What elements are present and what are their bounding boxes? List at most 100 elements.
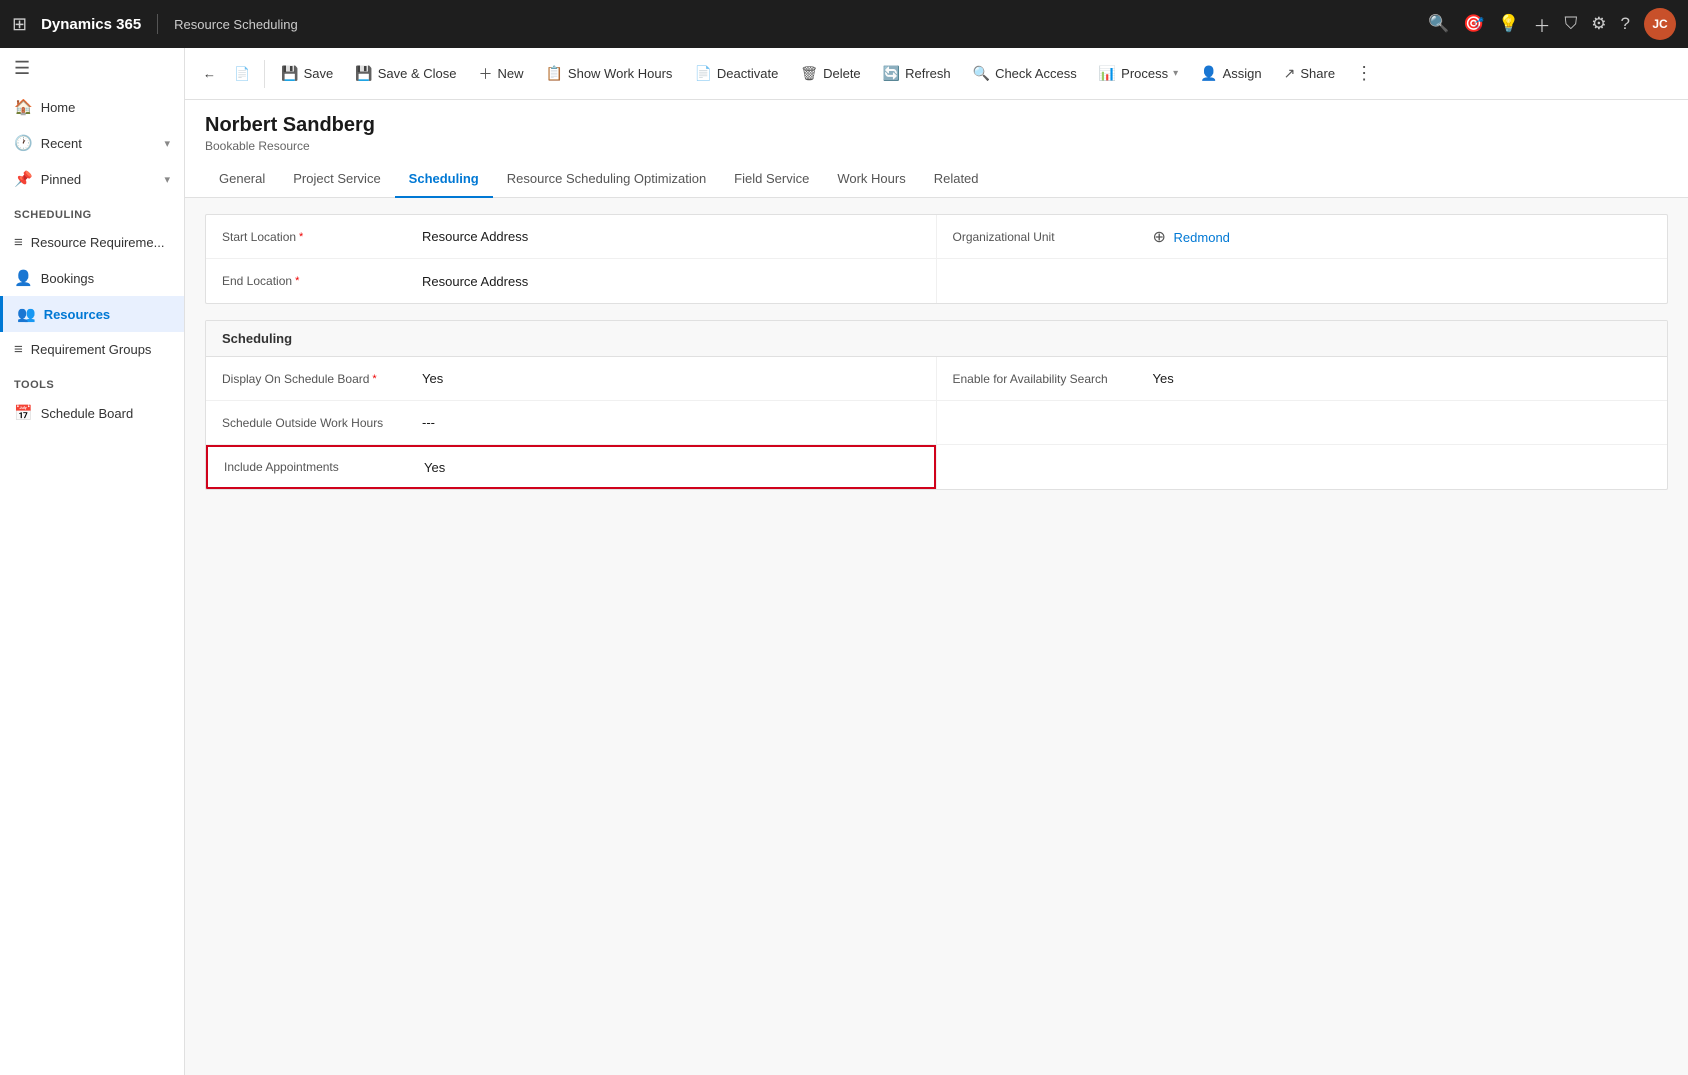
empty-sched-row2	[937, 445, 1668, 489]
list-icon: ≡	[14, 234, 23, 251]
search-icon[interactable]: 🔍	[1428, 14, 1449, 34]
new-label: New	[497, 66, 523, 81]
scheduling-card: Scheduling Display On Schedule Board * Y…	[205, 320, 1668, 490]
new-icon: ＋	[478, 64, 492, 84]
back-button[interactable]: ←	[195, 60, 224, 87]
work-hours-icon: 📋	[545, 65, 562, 82]
tab-work-hours[interactable]: Work Hours	[823, 161, 919, 198]
display-schedule-board-row: Display On Schedule Board * Yes	[206, 357, 936, 401]
scheduling-section-header: Scheduling	[206, 321, 1667, 357]
schedule-outside-work-hours-label: Schedule Outside Work Hours	[222, 416, 422, 430]
content-area: ← 📄 💾 Save 💾 Save & Close ＋ New 📋 Show W…	[185, 48, 1688, 1075]
location-card: Start Location * Resource Address End Lo…	[205, 214, 1668, 304]
process-button[interactable]: 📊 Process ▾	[1089, 59, 1188, 88]
display-schedule-board-value: Yes	[422, 371, 443, 386]
sidebar-item-label: Home	[41, 100, 76, 115]
nav-divider	[157, 14, 158, 34]
tab-general[interactable]: General	[205, 161, 279, 198]
app-grid-icon[interactable]: ⊞	[12, 14, 27, 35]
record-name: Norbert Sandberg	[205, 114, 1668, 137]
module-title: Resource Scheduling	[174, 17, 298, 32]
check-access-button[interactable]: 🔍 Check Access	[963, 59, 1087, 88]
add-icon[interactable]: ＋	[1534, 12, 1551, 37]
refresh-button[interactable]: 🔄 Refresh	[873, 59, 961, 88]
sidebar-item-label: Schedule Board	[41, 406, 134, 421]
sidebar-item-requirement-groups[interactable]: ≡ Requirement Groups	[0, 332, 184, 367]
delete-icon: 🗑	[800, 65, 818, 82]
sidebar-item-requirements[interactable]: ≡ Resource Requireme...	[0, 225, 184, 260]
tab-scheduling[interactable]: Scheduling	[395, 161, 493, 198]
resources-icon: 👥	[17, 305, 36, 323]
settings-icon[interactable]: ⚙	[1591, 14, 1606, 34]
deactivate-icon: 📄	[694, 65, 711, 82]
include-appointments-row: Include Appointments Yes	[206, 445, 936, 489]
save-close-button[interactable]: 💾 Save & Close	[345, 59, 466, 88]
page-icon-button[interactable]: 📄	[226, 60, 258, 88]
include-appointments-label: Include Appointments	[224, 460, 424, 474]
required-indicator: *	[295, 275, 299, 287]
more-options-button[interactable]: ⋮	[1347, 57, 1381, 90]
required-indicator: *	[372, 373, 376, 385]
save-icon: 💾	[281, 65, 298, 82]
sidebar-item-label: Resource Requireme...	[31, 235, 165, 250]
cmd-divider	[264, 60, 265, 88]
share-button[interactable]: ↗ Share	[1274, 59, 1345, 88]
org-unit-row: Organizational Unit ⊕ Redmond	[937, 215, 1668, 259]
deactivate-button[interactable]: 📄 Deactivate	[684, 59, 788, 88]
check-access-label: Check Access	[995, 66, 1077, 81]
user-avatar[interactable]: JC	[1644, 8, 1676, 40]
enable-availability-value: Yes	[1153, 371, 1174, 386]
end-location-value: Resource Address	[422, 274, 528, 289]
top-navigation: ⊞ Dynamics 365 Resource Scheduling 🔍 🎯 💡…	[0, 0, 1688, 48]
assign-icon: 👤	[1200, 65, 1217, 82]
record-subtitle: Bookable Resource	[205, 139, 1668, 153]
check-access-icon: 🔍	[973, 65, 990, 82]
tab-resource-scheduling-opt[interactable]: Resource Scheduling Optimization	[493, 161, 720, 198]
sidebar-item-schedule-board[interactable]: 📅 Schedule Board	[0, 395, 184, 431]
share-label: Share	[1300, 66, 1335, 81]
filter-icon[interactable]: ⛉	[1565, 14, 1578, 34]
share-icon: ↗	[1284, 65, 1296, 82]
org-unit-label: Organizational Unit	[953, 230, 1153, 244]
tabs-bar: General Project Service Scheduling Resou…	[185, 161, 1688, 198]
refresh-label: Refresh	[905, 66, 951, 81]
sidebar-item-bookings[interactable]: 👤 Bookings	[0, 260, 184, 296]
save-button[interactable]: 💾 Save	[271, 59, 343, 88]
sidebar-item-resources[interactable]: 👥 Resources	[0, 296, 184, 332]
help-icon[interactable]: ?	[1621, 14, 1630, 34]
sidebar-item-recent[interactable]: 🕐 Recent ▾	[0, 125, 184, 161]
chevron-down-icon: ▾	[164, 173, 170, 186]
sidebar-toggle[interactable]: ☰	[0, 48, 184, 89]
required-indicator: *	[299, 231, 303, 243]
new-button[interactable]: ＋ New	[468, 58, 533, 90]
tab-field-service[interactable]: Field Service	[720, 161, 823, 198]
group-icon: ≡	[14, 341, 23, 358]
save-close-label: Save & Close	[378, 66, 457, 81]
sidebar-item-label: Requirement Groups	[31, 342, 152, 357]
display-schedule-board-label: Display On Schedule Board *	[222, 372, 422, 386]
tab-related[interactable]: Related	[920, 161, 993, 198]
sidebar-item-label: Resources	[44, 307, 110, 322]
show-work-hours-label: Show Work Hours	[568, 66, 673, 81]
show-work-hours-button[interactable]: 📋 Show Work Hours	[535, 59, 682, 88]
org-unit-value[interactable]: ⊕ Redmond	[1153, 227, 1230, 247]
page-header: Norbert Sandberg Bookable Resource	[185, 100, 1688, 153]
delete-button[interactable]: 🗑 Delete	[790, 59, 870, 88]
empty-location-row	[937, 259, 1668, 303]
goal-icon[interactable]: 🎯	[1463, 14, 1484, 34]
sidebar-item-pinned[interactable]: 📌 Pinned ▾	[0, 161, 184, 197]
tab-project-service[interactable]: Project Service	[279, 161, 394, 198]
empty-sched-row	[937, 401, 1668, 445]
home-icon: 🏠	[14, 98, 33, 116]
tools-section-label: Tools	[0, 367, 184, 395]
sidebar-item-label: Pinned	[41, 172, 81, 187]
top-nav-right: 🔍 🎯 💡 ＋ ⛉ ⚙ ? JC	[1428, 8, 1676, 40]
schedule-outside-work-hours-row: Schedule Outside Work Hours ---	[206, 401, 936, 445]
lightbulb-icon[interactable]: 💡	[1498, 14, 1519, 34]
page-icon: 📄	[234, 66, 250, 82]
start-location-value: Resource Address	[422, 229, 528, 244]
sidebar-item-home[interactable]: 🏠 Home	[0, 89, 184, 125]
include-appointments-value: Yes	[424, 460, 445, 475]
assign-button[interactable]: 👤 Assign	[1190, 59, 1271, 88]
enable-availability-row: Enable for Availability Search Yes	[937, 357, 1668, 401]
